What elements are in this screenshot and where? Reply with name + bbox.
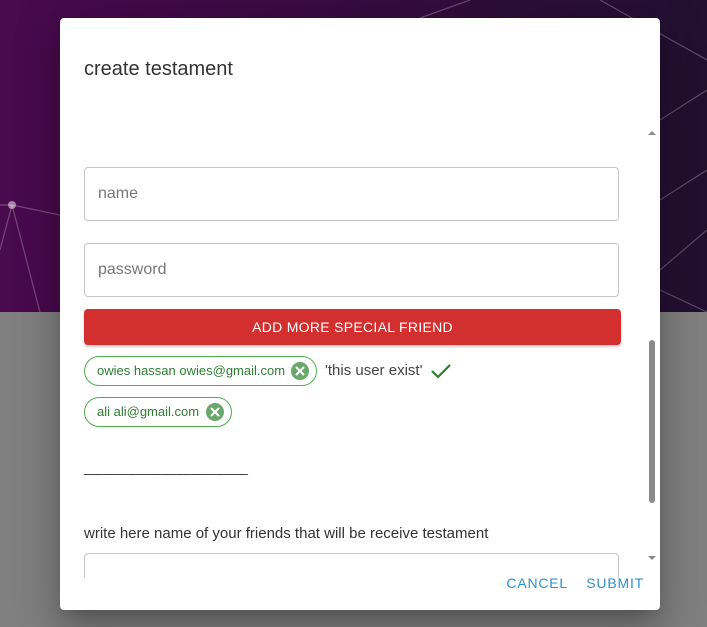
check-icon (431, 364, 451, 379)
scroll-thumb[interactable] (649, 340, 655, 503)
chip-label: ali ali@gmail.com (97, 404, 200, 419)
create-testament-dialog: create testament name password ADD MORE … (60, 18, 660, 610)
cancel-icon[interactable] (291, 362, 309, 380)
friend-chip: ali ali@gmail.com (84, 397, 232, 427)
friends-hint: write here name of your friends that wil… (84, 525, 489, 542)
dialog-content: name password ADD MORE SPECIAL FRIEND ow… (60, 128, 660, 578)
cancel-icon[interactable] (206, 403, 224, 421)
password-input[interactable]: password (84, 243, 619, 297)
chevron-down-icon[interactable] (647, 553, 657, 563)
cancel-button[interactable]: CANCEL (506, 575, 568, 591)
chip-label: owies hassan owies@gmail.com (97, 363, 286, 378)
password-placeholder: password (98, 261, 167, 278)
name-input[interactable]: name (84, 167, 619, 221)
chevron-up-icon[interactable] (647, 128, 657, 138)
submit-button[interactable]: SUBMIT (586, 575, 644, 591)
dialog-title: create testament (84, 58, 233, 80)
add-special-friend-button[interactable]: ADD MORE SPECIAL FRIEND (84, 309, 621, 345)
friend-chip: owies hassan owies@gmail.com (84, 356, 317, 386)
divider-text: ________________________ (84, 459, 248, 475)
name-placeholder: name (98, 185, 139, 202)
scrollbar[interactable] (647, 128, 657, 578)
user-exist-text: 'this user exist' (325, 362, 423, 379)
